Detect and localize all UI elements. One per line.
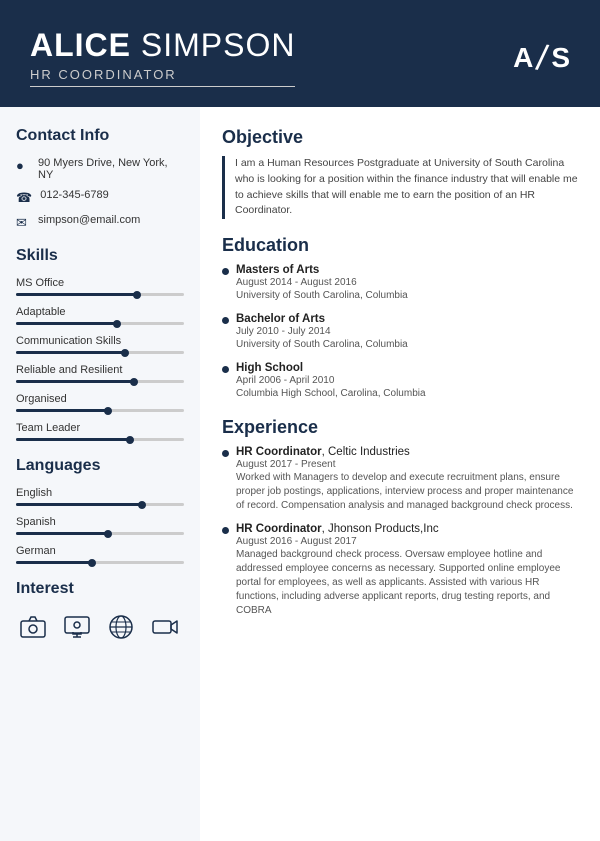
- person-screen-icon: [60, 610, 94, 644]
- skill-label: Communication Skills: [16, 335, 184, 347]
- sidebar: Contact Info ● 90 Myers Drive, New York,…: [0, 107, 200, 841]
- skill-label: Reliable and Resilient: [16, 364, 184, 376]
- languages-list: English Spanish German: [16, 487, 184, 564]
- main-content: Objective I am a Human Resources Postgra…: [200, 107, 600, 841]
- address-text: 90 Myers Drive, New York, NY: [38, 157, 184, 181]
- language-bar: [16, 532, 184, 535]
- video-icon: [148, 610, 182, 644]
- interest-icons: [16, 610, 184, 644]
- monogram-a: A: [513, 42, 533, 74]
- resume-container: ALICE SIMPSON HR COORDINATOR A / S Conta…: [0, 0, 600, 841]
- monogram-s: S: [551, 42, 570, 74]
- edu-school: University of South Carolina, Columbia: [236, 289, 578, 303]
- skill-label: Adaptable: [16, 306, 184, 318]
- education-item: High School April 2006 - April 2010 Colu…: [222, 362, 578, 401]
- education-title: Education: [222, 235, 578, 256]
- skill-bar: [16, 438, 184, 441]
- edu-school: Columbia High School, Carolina, Columbia: [236, 387, 578, 401]
- skill-bar-fill: [16, 438, 130, 441]
- header-left: ALICE SIMPSON HR COORDINATOR: [30, 28, 295, 87]
- education-item: Bachelor of Arts July 2010 - July 2014 U…: [222, 313, 578, 352]
- edu-school: University of South Carolina, Columbia: [236, 338, 578, 352]
- job-title: HR COORDINATOR: [30, 67, 295, 87]
- email-icon: ✉: [16, 215, 30, 231]
- exp-title: HR Coordinator, Celtic Industries: [236, 446, 578, 458]
- skill-bar-fill: [16, 293, 137, 296]
- location-icon: ●: [16, 158, 30, 173]
- experience-list: HR Coordinator, Celtic Industries August…: [222, 446, 578, 618]
- language-bar-fill: [16, 561, 92, 564]
- experience-item: HR Coordinator, Jhonson Products,Inc Aug…: [222, 523, 578, 618]
- language-bar: [16, 503, 184, 506]
- contact-section-title: Contact Info: [16, 127, 184, 145]
- header: ALICE SIMPSON HR COORDINATOR A / S: [0, 0, 600, 107]
- contact-email: ✉ simpson@email.com: [16, 214, 184, 231]
- exp-date: August 2016 - August 2017: [236, 536, 578, 547]
- monogram-separator: /: [534, 36, 551, 79]
- objective-text: I am a Human Resources Postgraduate at U…: [222, 156, 578, 219]
- exp-desc: Worked with Managers to develop and exec…: [236, 471, 578, 513]
- languages-section-title: Languages: [16, 457, 184, 475]
- language-bar-fill: [16, 503, 142, 506]
- skill-bar: [16, 351, 184, 354]
- monogram: A / S: [513, 37, 570, 79]
- email-text: simpson@email.com: [38, 214, 140, 226]
- education-item: Masters of Arts August 2014 - August 201…: [222, 264, 578, 303]
- objective-title: Objective: [222, 127, 578, 148]
- phone-text: 012-345-6789: [40, 189, 109, 201]
- interest-section-title: Interest: [16, 580, 184, 598]
- skill-bar: [16, 409, 184, 412]
- language-label: German: [16, 545, 184, 557]
- contact-address: ● 90 Myers Drive, New York, NY: [16, 157, 184, 181]
- education-list: Masters of Arts August 2014 - August 201…: [222, 264, 578, 401]
- skills-section-title: Skills: [16, 247, 184, 265]
- language-label: Spanish: [16, 516, 184, 528]
- language-bar: [16, 561, 184, 564]
- edu-degree: Masters of Arts: [236, 264, 578, 276]
- camera-icon: [16, 610, 50, 644]
- exp-title: HR Coordinator, Jhonson Products,Inc: [236, 523, 578, 535]
- language-bar-fill: [16, 532, 108, 535]
- edu-date: July 2010 - July 2014: [236, 326, 578, 337]
- experience-title: Experience: [222, 417, 578, 438]
- edu-degree: Bachelor of Arts: [236, 313, 578, 325]
- skill-bar: [16, 380, 184, 383]
- first-name: ALICE: [30, 27, 131, 63]
- contact-phone: ☎ 012-345-6789: [16, 189, 184, 206]
- skill-bar: [16, 322, 184, 325]
- exp-desc: Managed background check process. Oversa…: [236, 548, 578, 618]
- edu-date: April 2006 - April 2010: [236, 375, 578, 386]
- skill-bar-fill: [16, 409, 108, 412]
- skill-label: Organised: [16, 393, 184, 405]
- edu-degree: High School: [236, 362, 578, 374]
- skill-bar: [16, 293, 184, 296]
- language-label: English: [16, 487, 184, 499]
- skills-list: MS Office Adaptable Communication Skills Re…: [16, 277, 184, 441]
- last-name: SIMPSON: [141, 27, 296, 63]
- experience-item: HR Coordinator, Celtic Industries August…: [222, 446, 578, 513]
- skill-label: MS Office: [16, 277, 184, 289]
- globe-icon: [104, 610, 138, 644]
- skill-bar-fill: [16, 351, 125, 354]
- skill-bar-fill: [16, 322, 117, 325]
- full-name: ALICE SIMPSON: [30, 28, 295, 63]
- skill-bar-fill: [16, 380, 134, 383]
- phone-icon: ☎: [16, 190, 32, 206]
- skill-label: Team Leader: [16, 422, 184, 434]
- edu-date: August 2014 - August 2016: [236, 277, 578, 288]
- body: Contact Info ● 90 Myers Drive, New York,…: [0, 107, 600, 841]
- exp-date: August 2017 - Present: [236, 459, 578, 470]
